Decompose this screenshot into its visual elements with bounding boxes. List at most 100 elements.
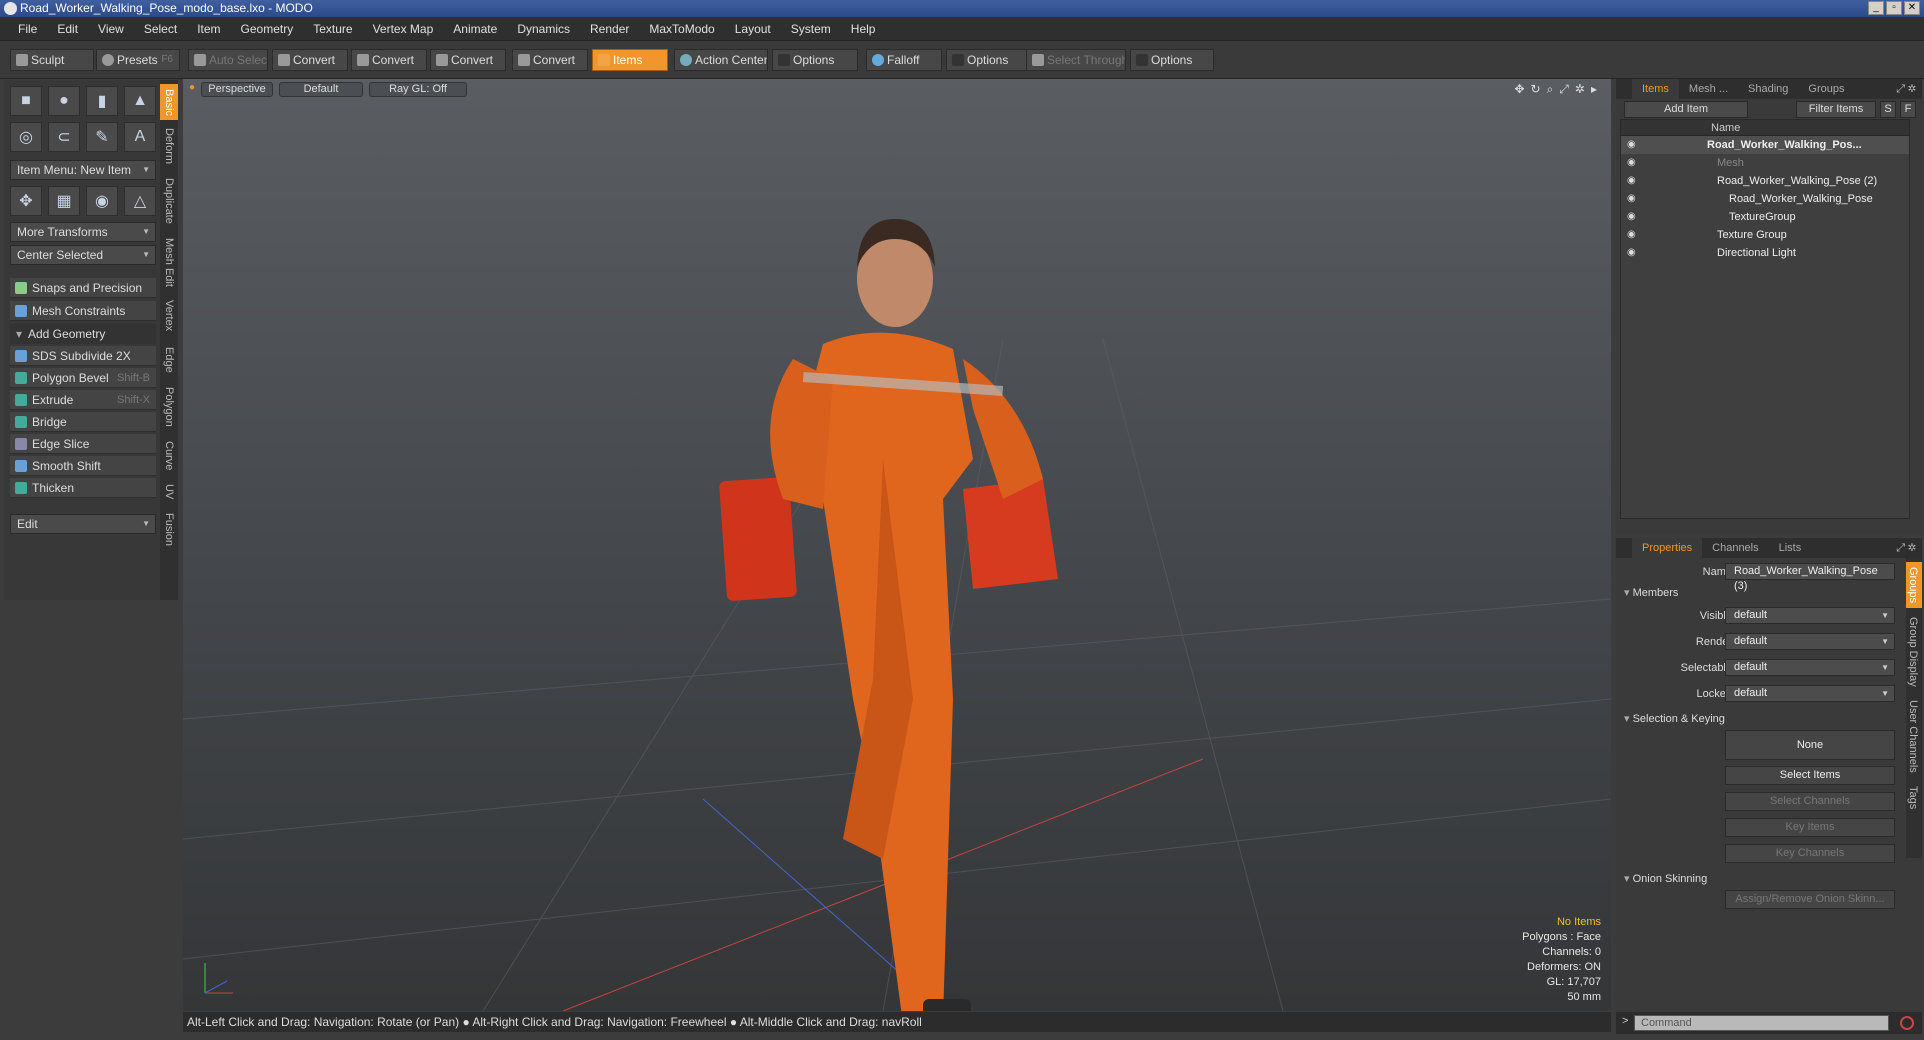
tab-duplicate[interactable]: Duplicate [160, 172, 178, 230]
tab-tags[interactable]: Tags [1906, 780, 1922, 816]
view-style-button[interactable]: Default [279, 82, 363, 97]
tab-edge[interactable]: Edge [160, 342, 178, 378]
tab-uv[interactable]: UV [160, 480, 178, 504]
action-center-options-button[interactable]: Options [772, 49, 858, 71]
record-icon[interactable] [1900, 1016, 1914, 1030]
select-through-button[interactable]: Select Through [1026, 49, 1126, 71]
road-worker-model[interactable] [719, 219, 1058, 1011]
text-icon[interactable]: A [124, 122, 156, 152]
tree-header-name[interactable]: Name [1621, 120, 1909, 136]
s-button[interactable]: S [1880, 101, 1896, 118]
onion-skinning-section[interactable]: Onion Skinning [1624, 872, 1708, 885]
torus-icon[interactable]: ◎ [10, 122, 42, 152]
select-through-options-button[interactable]: Options [1130, 49, 1214, 71]
edge-slice-button[interactable]: Edge Slice [10, 434, 156, 454]
viewport-menu-icon[interactable]: ● [189, 82, 195, 93]
tab-mesh-edit[interactable]: Mesh Edit [160, 234, 178, 290]
menu-texture[interactable]: Texture [303, 22, 362, 36]
smooth-shift-button[interactable]: Smooth Shift [10, 456, 156, 476]
items-mode-button[interactable]: Items [592, 49, 668, 71]
falloff-options-button[interactable]: Options [946, 49, 1028, 71]
eye-icon[interactable]: ◉ [1627, 244, 1636, 262]
eye-icon[interactable]: ◉ [1627, 136, 1636, 154]
polygon-bevel-button[interactable]: Polygon Bevel Shift-B [10, 368, 156, 388]
eye-icon[interactable]: ◉ [1627, 226, 1636, 244]
transform-icon[interactable]: ✥ [10, 186, 42, 216]
more-transforms-dropdown[interactable]: More Transforms [10, 222, 156, 242]
tree-row[interactable]: ◉ Texture Group [1621, 226, 1909, 244]
key-channels-button[interactable]: Key Channels [1725, 844, 1895, 863]
presets-button[interactable]: Presets F6 [96, 49, 180, 71]
select-items-button[interactable]: Select Items [1725, 766, 1895, 785]
eye-icon[interactable]: ◉ [1627, 154, 1636, 172]
menu-maxtomodo[interactable]: MaxToModo [639, 22, 724, 36]
menu-system[interactable]: System [781, 22, 841, 36]
sculpt-button[interactable]: Sculpt [10, 49, 94, 71]
menu-select[interactable]: Select [134, 22, 187, 36]
pan-icon[interactable]: ✥ [1514, 82, 1524, 97]
selection-keying-section[interactable]: Selection & Keying [1624, 712, 1725, 725]
convert-vertices-button[interactable]: Convert [272, 49, 348, 71]
menu-view[interactable]: View [88, 22, 134, 36]
render-dropdown[interactable]: default [1725, 633, 1895, 650]
menu-edit[interactable]: Edit [47, 22, 88, 36]
menu-item[interactable]: Item [187, 22, 230, 36]
raygl-button[interactable]: Ray GL: Off [369, 82, 467, 97]
menu-dynamics[interactable]: Dynamics [507, 22, 580, 36]
tab-groups[interactable]: Groups [1798, 79, 1854, 99]
capsule-icon[interactable]: ⊂ [48, 122, 80, 152]
tab-channels[interactable]: Channels [1702, 538, 1768, 558]
action-center-button[interactable]: Action Center [674, 49, 768, 71]
bridge-button[interactable]: Bridge [10, 412, 156, 432]
auto-select-button[interactable]: Auto Select [188, 49, 268, 71]
menu-help[interactable]: Help [841, 22, 886, 36]
pyramid-icon[interactable]: △ [124, 186, 156, 216]
tree-row[interactable]: ◉ Directional Light [1621, 244, 1909, 262]
mesh-constraints-button[interactable]: Mesh Constraints [10, 301, 156, 321]
tab-curve[interactable]: Curve [160, 436, 178, 476]
tab-lists[interactable]: Lists [1769, 538, 1812, 558]
fit-icon[interactable]: ⤢ [1559, 82, 1569, 97]
tab-mesh[interactable]: Mesh ... [1679, 79, 1738, 99]
key-items-button[interactable]: Key Items [1725, 818, 1895, 837]
name-field[interactable]: Road_Worker_Walking_Pose (3) [1725, 563, 1895, 592]
tree-row[interactable]: ◉ Mesh [1621, 154, 1909, 172]
assign-onion-button[interactable]: Assign/Remove Onion Skinn... [1725, 890, 1895, 909]
menu-vertex-map[interactable]: Vertex Map [363, 22, 444, 36]
convert-materials-button[interactable]: Convert [512, 49, 588, 71]
menu-render[interactable]: Render [580, 22, 639, 36]
filter-items-button[interactable]: Filter Items [1796, 101, 1876, 118]
tab-properties[interactable]: Properties [1632, 538, 1703, 558]
center-selected-dropdown[interactable]: Center Selected [10, 245, 156, 265]
select-channels-button[interactable]: Select Channels [1725, 792, 1895, 811]
add-geometry-section[interactable]: Add Geometry [10, 324, 156, 344]
tab-polygon[interactable]: Polygon [160, 382, 178, 432]
command-input[interactable]: Command [1634, 1015, 1889, 1031]
tab-items[interactable]: Items [1632, 79, 1679, 99]
snaps-precision-button[interactable]: Snaps and Precision [10, 278, 156, 298]
item-menu-dropdown[interactable]: Item Menu: New Item [10, 160, 156, 180]
rotate-icon[interactable]: ↻ [1531, 82, 1541, 97]
minimize-button[interactable]: _ [1868, 1, 1884, 15]
menu-geometry[interactable]: Geometry [231, 22, 304, 36]
tab-vertex[interactable]: Vertex [160, 294, 178, 338]
tree-row[interactable]: ◉ Road_Worker_Walking_Pos... [1621, 136, 1909, 154]
panel-options-icon[interactable]: ⤢ ✲ [1896, 542, 1916, 555]
view-type-button[interactable]: Perspective [201, 82, 273, 97]
add-item-button[interactable]: Add Item [1624, 101, 1748, 118]
edit-dropdown[interactable]: Edit [10, 514, 156, 534]
f-button[interactable]: F [1900, 101, 1916, 118]
sds-subdivide-button[interactable]: SDS Subdivide 2X [10, 346, 156, 366]
menu-layout[interactable]: Layout [725, 22, 781, 36]
eye-icon[interactable]: ◉ [1627, 208, 1636, 226]
selectable-dropdown[interactable]: default [1725, 659, 1895, 676]
grid-icon[interactable]: ▦ [48, 186, 80, 216]
convert-edges-button[interactable]: Convert [351, 49, 427, 71]
panel-options-icon[interactable]: ⤢ ✲ [1896, 83, 1916, 96]
visible-dropdown[interactable]: default [1725, 607, 1895, 624]
locked-dropdown[interactable]: default [1725, 685, 1895, 702]
zoom-icon[interactable]: ⌕ [1547, 82, 1554, 97]
tree-row[interactable]: ◉ Road_Worker_Walking_Pose (2) [1621, 172, 1909, 190]
tab-basic[interactable]: Basic [160, 84, 178, 120]
tab-user-channels[interactable]: User Channels [1906, 696, 1922, 776]
